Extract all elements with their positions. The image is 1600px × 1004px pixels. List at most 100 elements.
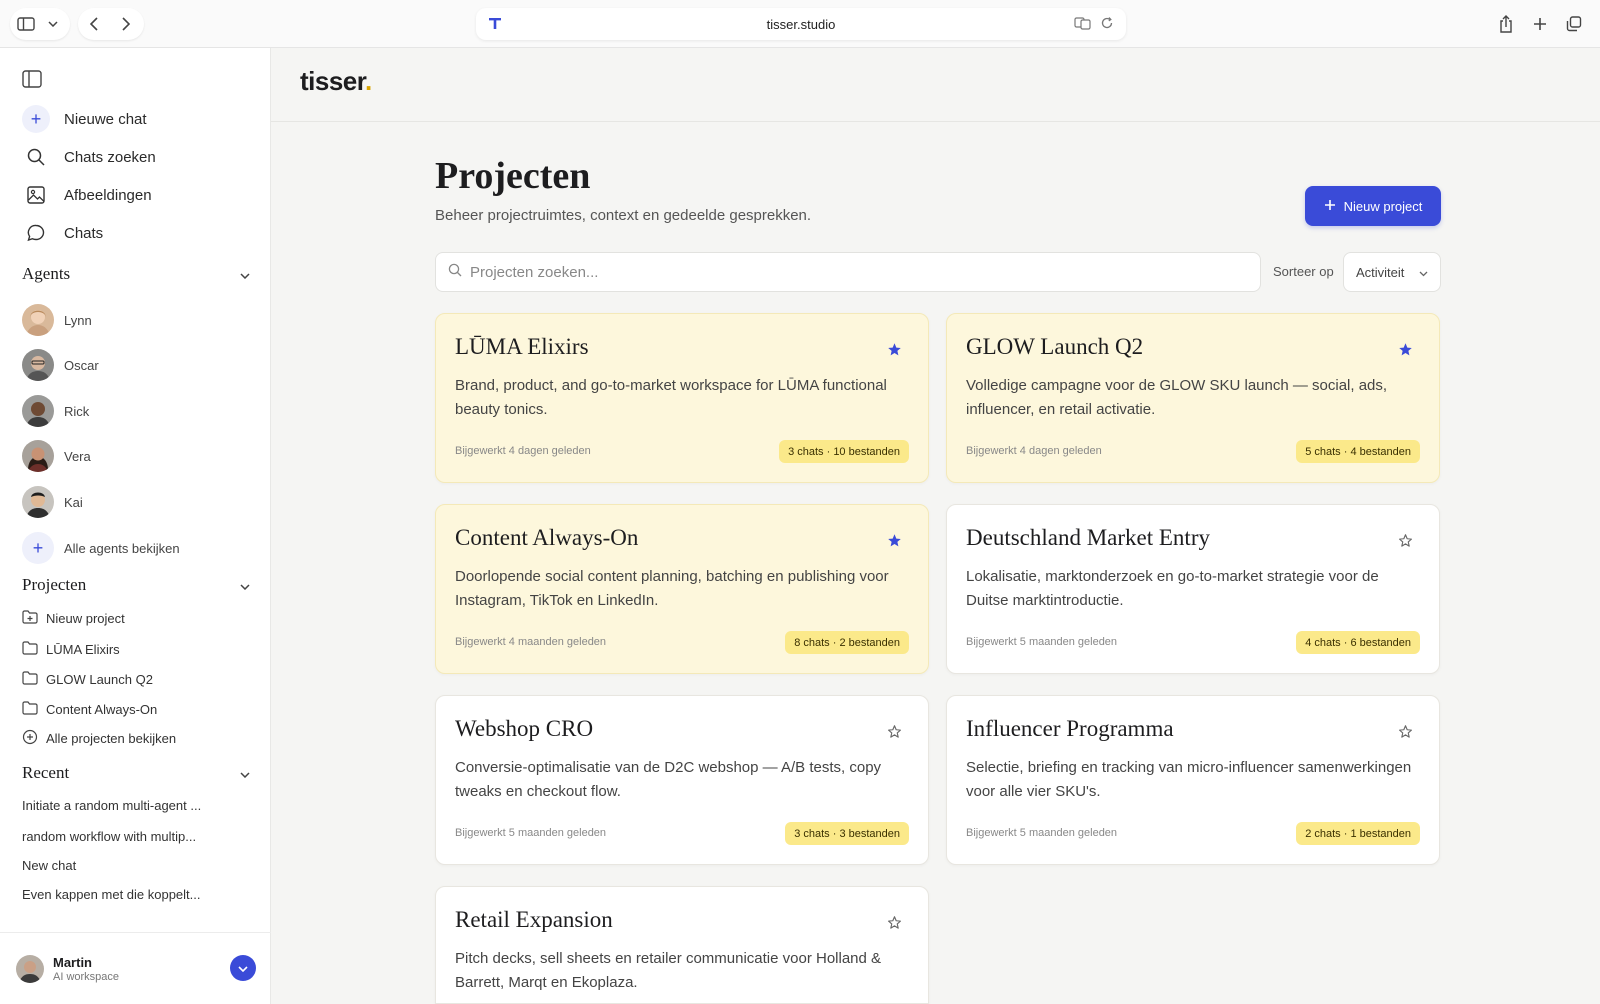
recent-chat-item[interactable]: Initiate a random multi-agent ... [22, 798, 201, 813]
project-card-influencer[interactable]: Influencer Programma Selectie, briefing … [946, 695, 1440, 865]
sidebar-project-luma[interactable]: LŪMA Elixirs [22, 641, 120, 658]
agent-name: Rick [64, 403, 90, 419]
star-filled-icon[interactable] [887, 342, 902, 362]
project-description: Pitch decks, sell sheets en retailer com… [455, 950, 882, 991]
nav-images-label: Afbeeldingen [64, 186, 152, 204]
nav-search-chats-label: Chats zoeken [64, 148, 156, 166]
app-header: tisser. [271, 48, 1600, 122]
project-card-deutschland[interactable]: Deutschland Market Entry Lokalisatie, ma… [946, 504, 1440, 674]
plus-circle-icon [22, 729, 38, 748]
star-outline-icon[interactable] [1398, 724, 1413, 744]
user-profile[interactable]: Martin AI workspace [0, 932, 271, 1004]
project-stats-badge: 2 chats · 1 bestanden [1296, 822, 1420, 845]
project-card-webshop[interactable]: Webshop CRO Conversie-optimalisatie van … [435, 695, 929, 865]
browser-actions [1490, 8, 1590, 40]
sidebar-project-label: Nieuw project [46, 611, 125, 626]
chevron-down-icon [240, 264, 250, 284]
sidebar-project-content[interactable]: Content Always-On [22, 701, 157, 718]
recent-chat-item[interactable]: New chat [22, 858, 76, 873]
project-description: Conversie-optimalisatie van de D2C websh… [455, 759, 882, 800]
project-updated: Bijgewerkt 5 maanden geleden [966, 636, 1118, 648]
sidebar-project-glow[interactable]: GLOW Launch Q2 [22, 671, 153, 688]
star-outline-icon[interactable] [887, 724, 902, 744]
all-agents-link[interactable]: + Alle agents bekijken [22, 532, 180, 564]
agent-lynn[interactable]: Lynn [22, 304, 92, 336]
share-icon[interactable] [1490, 8, 1522, 40]
address-bar[interactable]: tisser.studio [476, 8, 1126, 40]
chevron-down-icon[interactable] [42, 8, 64, 40]
project-updated: Bijgewerkt 5 maanden geleden [966, 827, 1118, 839]
recent-chat-item[interactable]: Even kappen met die koppelt... [22, 887, 201, 902]
tisser-logo[interactable]: tisser. [300, 66, 372, 97]
browser-sidebar-icon[interactable] [10, 8, 42, 40]
forward-icon[interactable] [110, 8, 142, 40]
nav-chats[interactable]: Chats [22, 219, 103, 247]
sort-label: Sorteer op [1273, 264, 1334, 279]
star-filled-icon[interactable] [887, 533, 902, 553]
logo-text: tisser [300, 66, 365, 96]
avatar [22, 349, 54, 381]
project-card-luma[interactable]: LŪMA Elixirs Brand, product, and go-to-m… [435, 313, 929, 483]
sidebar-project-new[interactable]: Nieuw project [22, 610, 125, 627]
avatar [22, 304, 54, 336]
project-description: Brand, product, and go-to-market workspa… [455, 377, 887, 418]
nav-images[interactable]: Afbeeldingen [22, 181, 152, 209]
project-description: Doorlopende social content planning, bat… [455, 568, 889, 609]
agent-name: Oscar [64, 357, 99, 373]
agent-oscar[interactable]: Oscar [22, 349, 99, 381]
avatar [16, 954, 44, 983]
agent-vera[interactable]: Vera [22, 440, 91, 472]
project-card-glow[interactable]: GLOW Launch Q2 Volledige campagne voor d… [946, 313, 1440, 483]
recent-section-header[interactable]: Recent [22, 763, 250, 783]
page-subtitle: Beheer projectruimtes, context en gedeel… [435, 207, 812, 224]
avatar [22, 395, 54, 427]
url-text: tisser.studio [766, 16, 836, 32]
reload-icon[interactable] [1100, 16, 1114, 33]
agent-kai[interactable]: Kai [22, 486, 83, 518]
search-icon [448, 263, 462, 282]
project-description: Volledige campagne voor de GLOW SKU laun… [966, 377, 1388, 418]
project-search-input[interactable] [470, 263, 1230, 281]
new-project-button[interactable]: Nieuw project [1305, 186, 1441, 226]
sidebar-collapse-icon[interactable] [22, 70, 42, 93]
project-description: Lokalisatie, marktonderzoek en go-to-mar… [966, 568, 1379, 609]
image-icon [22, 181, 50, 209]
plus-icon [1324, 199, 1336, 214]
new-tab-icon[interactable] [1524, 8, 1556, 40]
chat-bubble-icon [22, 219, 50, 247]
sidebar-project-label: Content Always-On [46, 702, 158, 717]
all-agents-label: Alle agents bekijken [64, 540, 180, 556]
project-card-retail[interactable]: Retail Expansion Pitch decks, sell sheet… [435, 886, 929, 1004]
nav-search-chats[interactable]: Chats zoeken [22, 143, 156, 171]
project-stats-badge: 3 chats · 10 bestanden [779, 440, 909, 463]
projects-section-header[interactable]: Projecten [22, 575, 250, 595]
recent-chat-item[interactable]: random workflow with multip... [22, 829, 196, 844]
star-outline-icon[interactable] [887, 915, 902, 935]
folder-plus-icon [22, 610, 38, 627]
history-nav [78, 8, 144, 40]
star-outline-icon[interactable] [1398, 533, 1413, 553]
project-search [435, 252, 1261, 292]
sort-value: Activiteit [1356, 264, 1405, 280]
user-subtitle: AI workspace [53, 970, 120, 983]
tabs-overview-icon[interactable] [1558, 8, 1590, 40]
nav-new-chat[interactable]: + Nieuwe chat [22, 105, 147, 133]
project-card-content[interactable]: Content Always-On Doorlopende social con… [435, 504, 929, 674]
sidebar-all-projects[interactable]: Alle projecten bekijken [22, 729, 176, 748]
site-favicon-icon [488, 16, 502, 33]
sidebar-toggle-group [10, 8, 70, 40]
back-icon[interactable] [78, 8, 110, 40]
project-updated: Bijgewerkt 4 maanden geleden [455, 636, 607, 648]
agent-name: Vera [64, 448, 91, 464]
agent-rick[interactable]: Rick [22, 395, 89, 427]
star-filled-icon[interactable] [1398, 342, 1413, 362]
sort-select[interactable]: Activiteit [1343, 252, 1441, 292]
sidebar-project-label: Alle projecten bekijken [46, 731, 177, 746]
project-title: Webshop CRO [455, 716, 594, 741]
agents-section-header[interactable]: Agents [22, 264, 250, 284]
user-name: Martin [53, 954, 92, 970]
new-project-label: Nieuw project [1343, 198, 1423, 214]
project-title: Retail Expansion [455, 907, 613, 932]
user-menu-button[interactable] [230, 955, 256, 981]
translate-icon[interactable] [1074, 16, 1092, 33]
